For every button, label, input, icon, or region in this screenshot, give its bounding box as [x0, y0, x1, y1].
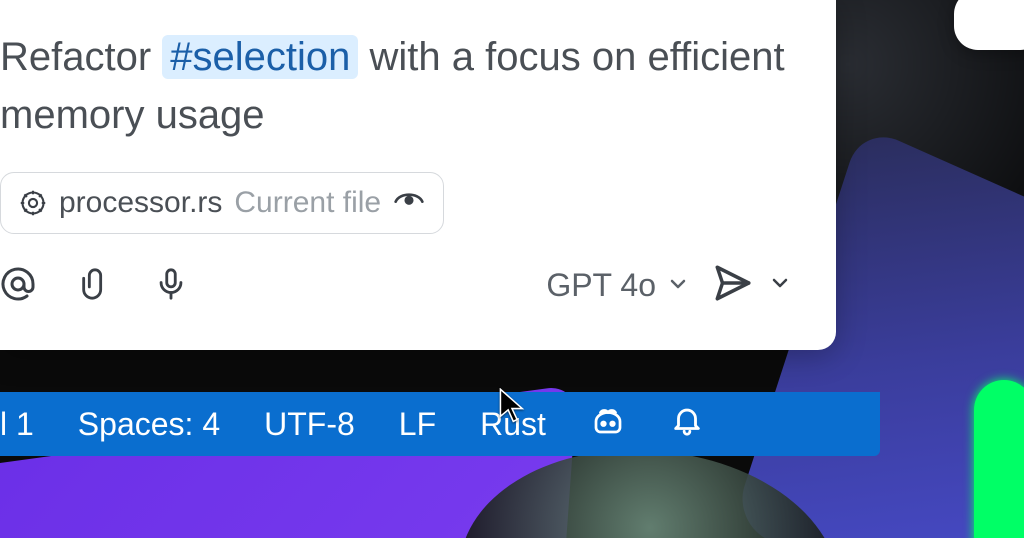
- context-file-subtitle: Current file: [234, 186, 381, 220]
- status-indent[interactable]: Spaces: 4: [78, 406, 220, 443]
- status-eol[interactable]: LF: [399, 406, 436, 443]
- context-token-selection[interactable]: #selection: [162, 35, 358, 79]
- rust-icon: [19, 189, 47, 217]
- context-file-name: processor.rs: [59, 186, 222, 220]
- status-line-col[interactable]: l 1: [0, 406, 34, 443]
- context-file-chip[interactable]: processor.rs Current file: [0, 172, 444, 234]
- background-card: [954, 0, 1024, 50]
- send-icon: [712, 262, 754, 309]
- send-button-group[interactable]: [712, 262, 792, 309]
- bell-icon: [670, 403, 704, 445]
- copilot-chat-panel: Refactor #selection with a focus on effi…: [0, 0, 836, 350]
- paperclip-icon: [78, 292, 112, 307]
- voice-button[interactable]: [154, 264, 188, 307]
- status-encoding[interactable]: UTF-8: [264, 406, 355, 443]
- microphone-icon: [154, 292, 188, 307]
- attach-button[interactable]: [78, 264, 112, 307]
- status-language-mode[interactable]: Rust: [480, 406, 546, 443]
- prompt-input[interactable]: Refactor #selection with a focus on effi…: [0, 28, 800, 144]
- eye-icon[interactable]: [393, 183, 425, 223]
- model-label: GPT 4o: [546, 267, 656, 304]
- at-icon: [0, 290, 36, 305]
- chevron-down-icon: [768, 271, 792, 300]
- model-picker[interactable]: GPT 4o: [546, 267, 690, 304]
- editor-status-bar: l 1 Spaces: 4 UTF-8 LF Rust: [0, 392, 880, 456]
- notifications-button[interactable]: [670, 403, 704, 445]
- prompt-text-before: Refactor: [0, 35, 162, 79]
- chevron-down-icon: [666, 267, 690, 304]
- chat-toolbar: GPT 4o: [0, 262, 800, 309]
- copilot-status-button[interactable]: [590, 402, 626, 446]
- mention-button[interactable]: [0, 266, 36, 305]
- copilot-icon: [590, 402, 626, 446]
